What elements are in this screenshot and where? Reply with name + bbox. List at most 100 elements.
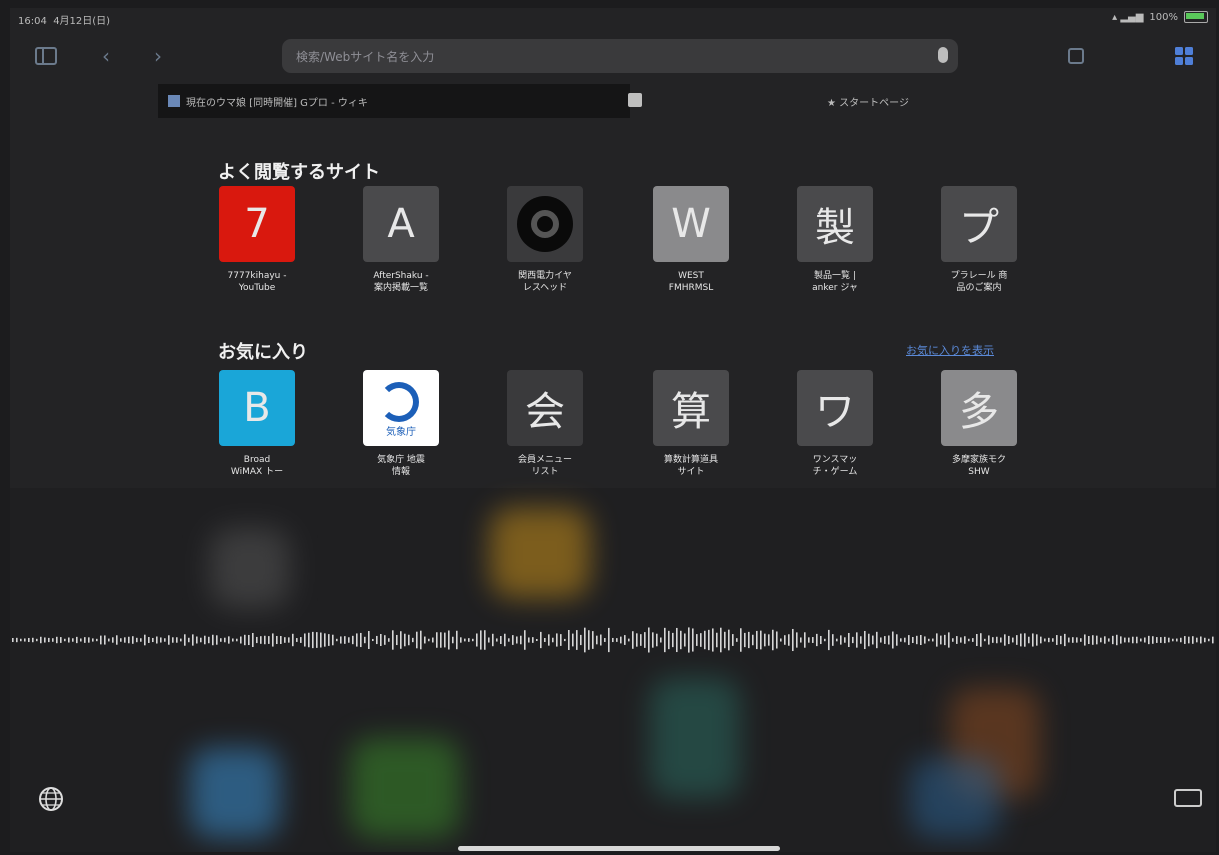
new-tab-icon [1068, 48, 1084, 64]
waveform-bar [1040, 636, 1042, 644]
waveform-bar [936, 633, 938, 647]
waveform-bar [1072, 637, 1074, 643]
waveform-bar [56, 636, 58, 644]
waveform-bar [828, 629, 830, 651]
waveform-bar [1000, 637, 1002, 643]
waveform-bar [240, 636, 242, 644]
waveform-bar [608, 627, 610, 653]
waveform-bar [656, 633, 658, 647]
waveform-bar [1176, 638, 1178, 642]
frequent-site-tile[interactable]: 7 7777kihayu - YouTube [212, 186, 302, 294]
waveform-bar [960, 637, 962, 643]
waveform-bar [988, 635, 990, 645]
microphone-icon[interactable] [938, 47, 948, 63]
waveform-bar [900, 638, 902, 642]
waveform-bar [536, 638, 538, 642]
frequent-site-tile[interactable]: W WEST FMHRMSL [646, 186, 736, 294]
globe-icon[interactable] [36, 784, 66, 814]
waveform-bar [472, 638, 474, 642]
waveform-bar [1124, 637, 1126, 643]
waveform-bar [796, 632, 798, 648]
keyboard-icon[interactable] [1174, 789, 1202, 807]
favorite-tile[interactable]: 会 会員メニュー リスト [500, 370, 590, 478]
waveform-bar [600, 634, 602, 646]
close-tab-button[interactable] [628, 93, 642, 107]
waveform-bar [148, 637, 150, 643]
frequent-site-tile[interactable]: 製 製品一覧 | anker ジャ [790, 186, 880, 294]
waveform-bar [92, 638, 94, 642]
show-all-favorites-link[interactable]: お気に入りを表示 [906, 342, 994, 358]
waveform-bar [648, 627, 650, 653]
frequent-site-tile[interactable]: A AfterShaku - 案内掲載一覧 [356, 186, 446, 294]
waveform-bar [1004, 634, 1006, 646]
favorite-tile[interactable]: ワ ワンスマッ チ・ゲーム [790, 370, 880, 478]
waveform-bar [604, 638, 606, 642]
frequent-site-tile[interactable]: プ プラレール 商 品のご案内 [934, 186, 1024, 294]
waveform-bar [1088, 635, 1090, 645]
waveform-bar [120, 638, 122, 642]
sidebar-icon[interactable] [32, 42, 60, 70]
waveform-bar [920, 634, 922, 646]
waveform-bar [948, 632, 950, 648]
waveform-bar [184, 634, 186, 646]
forward-button[interactable]: › [144, 42, 172, 70]
waveform-bar [1008, 635, 1010, 645]
waveform-bar [804, 632, 806, 648]
waveform-bar [848, 632, 850, 648]
waveform-bar [484, 630, 486, 650]
tab-favicon [168, 95, 180, 107]
site-caption: プラレール 商 品のご案内 [950, 271, 1008, 293]
waveform-bar [68, 637, 70, 643]
new-tab-button[interactable] [1062, 42, 1090, 70]
waveform-bar [460, 637, 462, 643]
waveform-bar [292, 633, 294, 647]
waveform-bar [668, 630, 670, 650]
site-icon: 7 [219, 186, 295, 262]
waveform-bar [1140, 638, 1142, 642]
waveform-bar [556, 633, 558, 647]
waveform-bar [112, 637, 114, 643]
frequent-site-tile[interactable]: 関西電力イヤ レスヘッド [500, 186, 590, 294]
tab-active[interactable]: 現在のウマ娘 [同時開催] Gプロ - ウィキ [158, 84, 630, 118]
address-bar[interactable]: 検索/Webサイト名を入力 [282, 39, 958, 73]
waveform-bar [880, 637, 882, 643]
waveform-bar [288, 637, 290, 643]
waveform-bar [588, 630, 590, 650]
favorite-tile[interactable]: 多 多摩家族モク SHW [934, 370, 1024, 478]
waveform-bar [528, 637, 530, 643]
waveform-bar [28, 637, 30, 643]
waveform-bar [360, 632, 362, 648]
waveform-bar [940, 635, 942, 645]
frequent-sites-title: よく閲覧するサイト [218, 162, 380, 183]
waveform-bar [884, 636, 886, 644]
tab-strip: 現在のウマ娘 [同時開催] Gプロ - ウィキ ★ スタートページ [158, 84, 1033, 118]
waveform-bar [1136, 636, 1138, 644]
home-indicator [458, 846, 780, 851]
waveform-bar [156, 636, 158, 644]
waveform-bar [688, 627, 690, 653]
waveform-bar [416, 631, 418, 649]
waveform-bar [956, 636, 958, 644]
back-button[interactable]: ‹ [92, 42, 120, 70]
site-icon: 多 [941, 370, 1017, 446]
waveform-bar [268, 636, 270, 644]
site-icon: 気象庁 [363, 370, 439, 446]
waveform-bar [200, 637, 202, 643]
tabs-overview-button[interactable] [1170, 42, 1198, 70]
waveform-bar [352, 635, 354, 645]
address-placeholder: 検索/Webサイト名を入力 [296, 49, 435, 64]
site-caption: WEST FMHRMSL [668, 271, 714, 293]
tab-start-page[interactable]: ★ スタートページ [718, 84, 1018, 118]
favorite-tile[interactable]: 気象庁 気象庁 地震 情報 [356, 370, 446, 478]
waveform-bar [104, 635, 106, 645]
chevron-right-icon: › [154, 44, 162, 68]
site-icon: 製 [797, 186, 873, 262]
waveform-bar [512, 635, 514, 645]
favorite-tile[interactable]: 算 算数計算道具 サイト [646, 370, 736, 478]
favorite-tile[interactable]: B Broad WiMAX トー [212, 370, 302, 478]
waveform-bar [892, 631, 894, 649]
waveform-bar [84, 637, 86, 643]
waveform-bar [856, 632, 858, 648]
waveform-bar [328, 634, 330, 646]
tab-title: 現在のウマ娘 [同時開催] Gプロ - ウィキ [186, 97, 368, 109]
